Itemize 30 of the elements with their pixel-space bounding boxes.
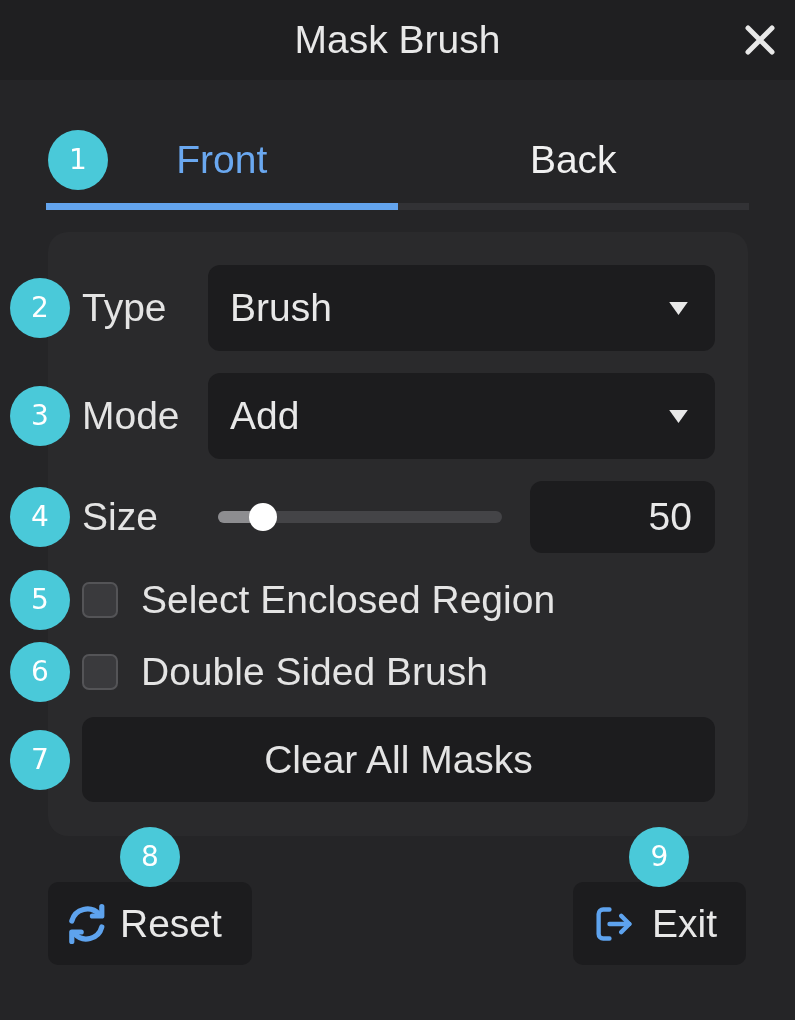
dropdown[interactable]: Add — [208, 373, 715, 459]
checkbox[interactable] — [82, 582, 118, 618]
caret-icon — [669, 301, 688, 315]
field-label: Mode — [82, 393, 181, 439]
field-label: Size — [82, 494, 159, 540]
slider[interactable] — [218, 503, 502, 531]
clear-button[interactable]: Clear All Masks — [82, 717, 715, 802]
window-title: Mask Brush — [294, 17, 501, 63]
dropdown[interactable]: Brush — [208, 265, 715, 351]
close-button[interactable] — [745, 25, 775, 55]
close-icon — [745, 25, 775, 55]
callout-badge: 2 — [10, 278, 70, 338]
checkbox-label[interactable]: Double Sided Brush — [141, 648, 488, 696]
callout-badge: 3 — [10, 386, 70, 446]
slider-thumb[interactable] — [249, 503, 278, 531]
reset-button[interactable]: Reset — [48, 882, 252, 965]
exit-icon — [596, 906, 632, 941]
field-label: Type — [82, 285, 168, 331]
checkbox[interactable] — [82, 654, 118, 690]
callout-badge: 7 — [10, 729, 70, 790]
callout-badge: 6 — [10, 642, 70, 702]
callout-badge: 5 — [10, 570, 70, 630]
callout-badge: 4 — [10, 487, 70, 547]
number-field[interactable]: 50 — [530, 481, 715, 553]
exit-button[interactable]: Exit — [573, 882, 746, 965]
tab[interactable]: Back — [397, 117, 749, 210]
checkbox-label[interactable]: Select Enclosed Region — [141, 576, 556, 624]
callout-badge: 1 — [48, 130, 108, 190]
caret-icon — [669, 409, 688, 423]
refresh-icon — [68, 903, 106, 944]
